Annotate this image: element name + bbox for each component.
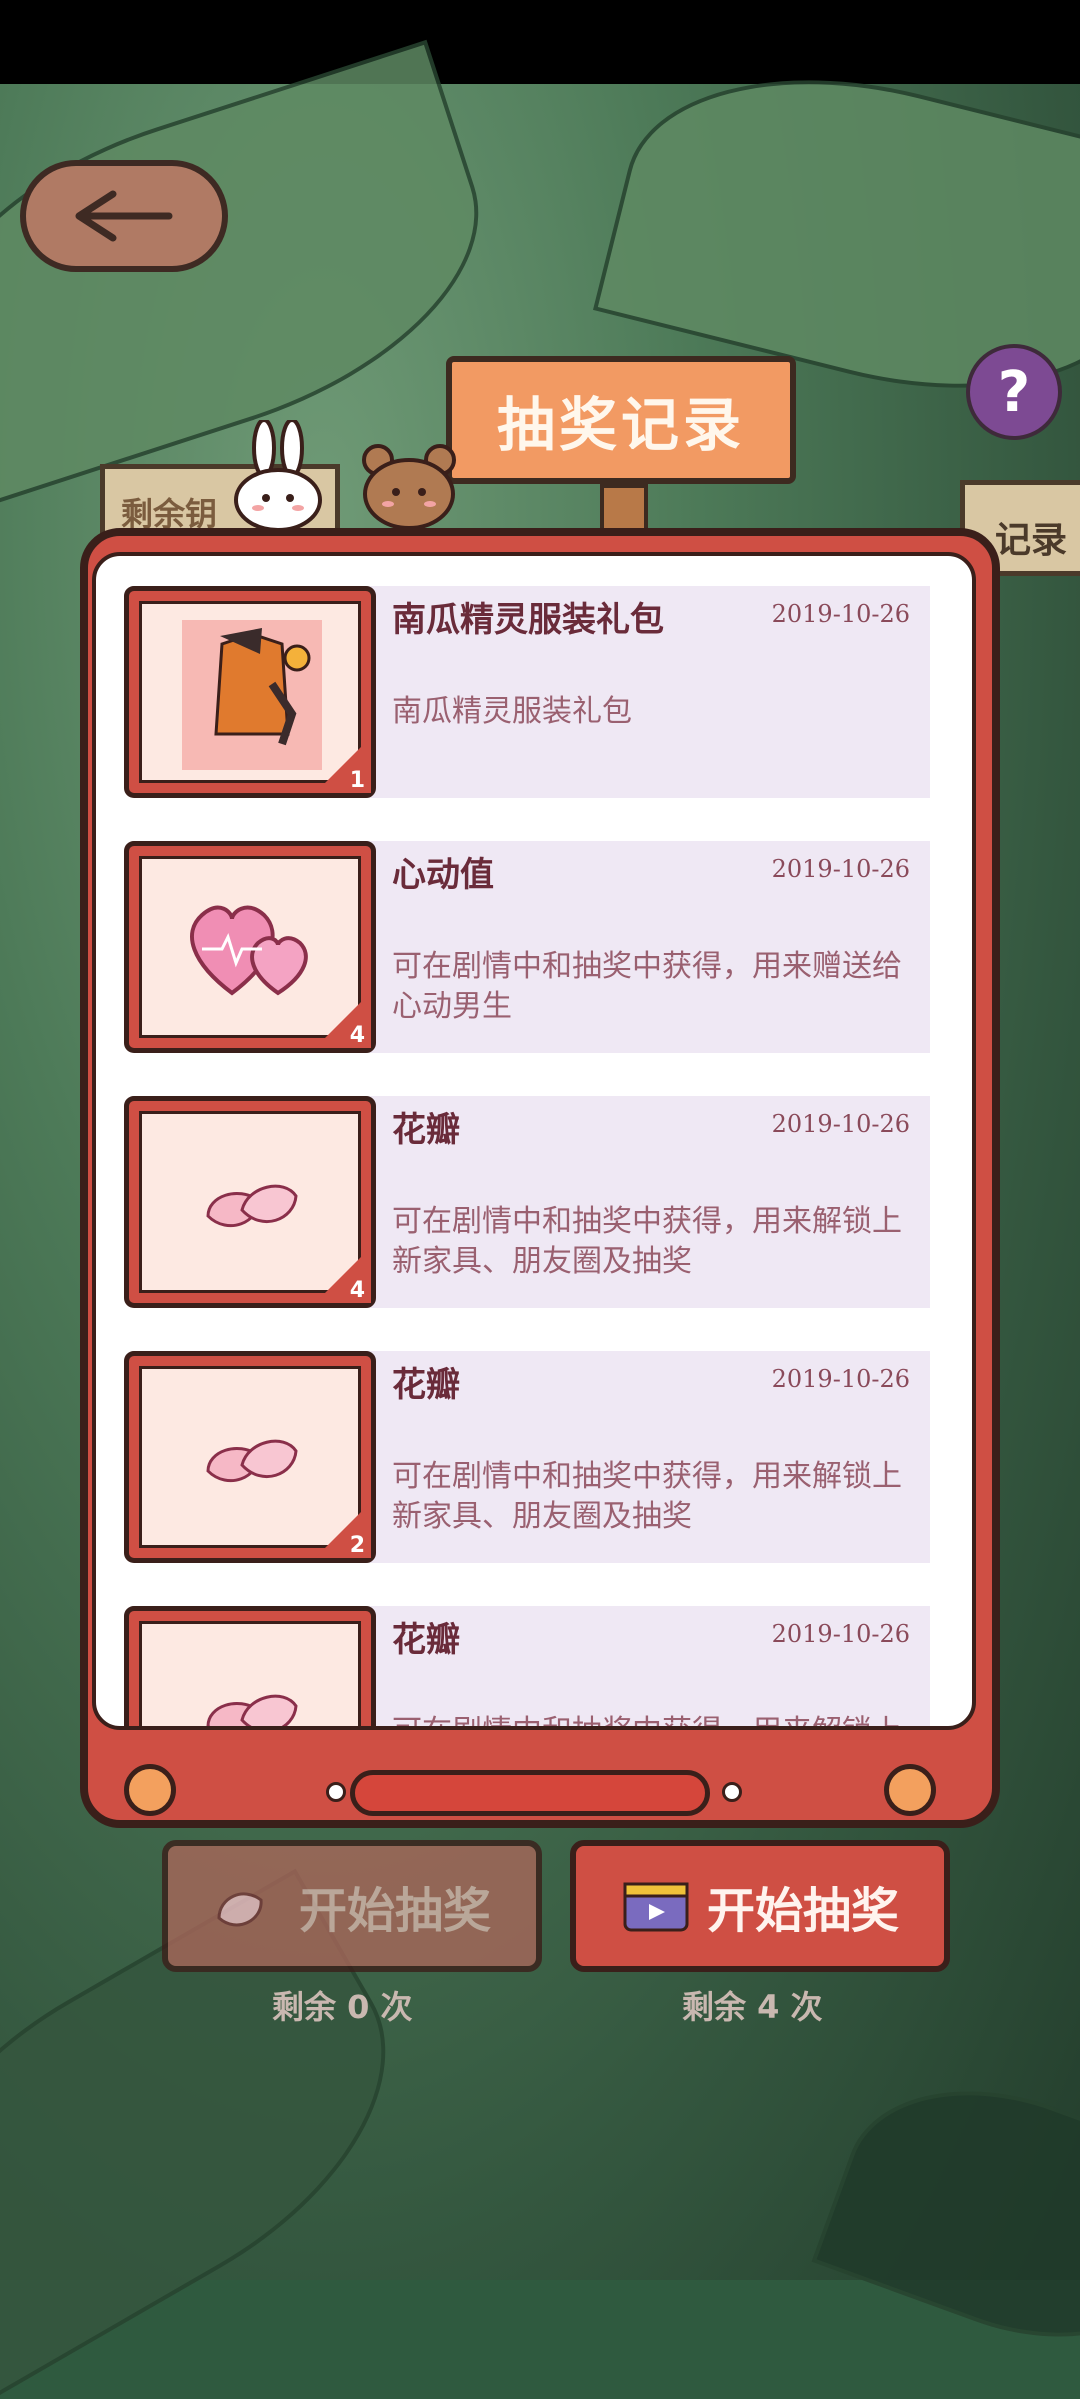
record-description: 可在剧情中和抽奖中获得，用来赠送给心动男生 bbox=[392, 949, 902, 1024]
record-thumbnail: 4 bbox=[124, 1096, 376, 1308]
record-date: 2019-10-26 bbox=[771, 855, 910, 883]
panel-dot bbox=[326, 1782, 346, 1802]
record-date: 2019-10-26 bbox=[771, 1110, 910, 1138]
bear-mascot-icon bbox=[362, 444, 456, 528]
record-description: 可在剧情中和抽奖中获得，用来解锁上新家具、朋友圈及抽奖 bbox=[392, 1459, 902, 1534]
petal-icon bbox=[217, 1892, 263, 1927]
record-date: 2019-10-26 bbox=[771, 1365, 910, 1393]
record-item: 1 南瓜精灵服装礼包 2019-10-26 南瓜精灵服装礼包 bbox=[124, 586, 950, 798]
start-draw-video-label: 开始抽奖 bbox=[706, 1883, 899, 1939]
back-button[interactable] bbox=[20, 160, 228, 272]
record-item: 花瓣 2019-10-26 可在剧情中和抽奖中获得，用来解锁上新家具、朋友圈及抽… bbox=[124, 1606, 950, 1726]
record-description: 可在剧情中和抽奖中获得，用来解锁上新家具、朋友圈及抽奖 bbox=[392, 1204, 902, 1279]
record-name: 南瓜精灵服装礼包 bbox=[392, 600, 664, 640]
arrow-left-icon bbox=[75, 190, 173, 242]
record-name: 花瓣 bbox=[392, 1365, 460, 1405]
record-count: 4 bbox=[349, 1278, 365, 1303]
help-button[interactable]: ? bbox=[966, 344, 1062, 440]
record-name: 心动值 bbox=[392, 855, 494, 895]
start-draw-petal-button[interactable]: 开始抽奖 bbox=[162, 1840, 542, 1972]
panel-knob-left bbox=[124, 1764, 176, 1816]
video-icon bbox=[623, 1882, 689, 1932]
bunny-mascot-icon bbox=[234, 420, 322, 530]
start-draw-petal-label: 开始抽奖 bbox=[298, 1883, 491, 1939]
panel-dot bbox=[722, 1782, 742, 1802]
records-tab-label: 记录 bbox=[995, 520, 1068, 561]
video-remaining-count: 剩余 4 次 bbox=[682, 1988, 823, 2026]
panel-slot bbox=[350, 1770, 710, 1816]
record-date: 2019-10-26 bbox=[771, 600, 910, 628]
record-name: 花瓣 bbox=[392, 1620, 460, 1660]
help-icon: ? bbox=[997, 359, 1031, 425]
record-item: 2 花瓣 2019-10-26 可在剧情中和抽奖中获得，用来解锁上新家具、朋友圈… bbox=[124, 1351, 950, 1563]
record-count: 4 bbox=[349, 1023, 365, 1048]
records-list[interactable]: 1 南瓜精灵服装礼包 2019-10-26 南瓜精灵服装礼包 4 心动值 201… bbox=[92, 552, 976, 1730]
heart-icon bbox=[190, 905, 308, 996]
record-item: 4 花瓣 2019-10-26 可在剧情中和抽奖中获得，用来解锁上新家具、朋友圈… bbox=[124, 1096, 950, 1308]
status-bar bbox=[0, 0, 1080, 84]
page-title: 抽奖记录 bbox=[446, 356, 796, 484]
panel-knob-right bbox=[884, 1764, 936, 1816]
record-name: 花瓣 bbox=[392, 1110, 460, 1150]
record-thumbnail: 2 bbox=[124, 1351, 376, 1563]
free-remaining-count: 剩余 0 次 bbox=[272, 1988, 413, 2026]
record-thumbnail: 1 bbox=[124, 586, 376, 798]
petal-icon bbox=[206, 1184, 298, 1228]
record-count: 1 bbox=[349, 768, 365, 793]
record-thumbnail bbox=[124, 1606, 376, 1726]
sign-post bbox=[600, 484, 648, 532]
petal-icon bbox=[206, 1439, 298, 1483]
petal-icon bbox=[206, 1694, 298, 1726]
record-description: 南瓜精灵服装礼包 bbox=[392, 694, 632, 729]
record-date: 2019-10-26 bbox=[771, 1620, 910, 1648]
start-draw-video-button[interactable]: 开始抽奖 bbox=[570, 1840, 950, 1972]
record-item: 4 心动值 2019-10-26 可在剧情中和抽奖中获得，用来赠送给心动男生 bbox=[124, 841, 950, 1053]
record-description: 可在剧情中和抽奖中获得，用来解锁上新家具、朋友圈及抽奖 bbox=[392, 1712, 912, 1726]
record-count: 2 bbox=[349, 1533, 365, 1558]
record-thumbnail: 4 bbox=[124, 841, 376, 1053]
